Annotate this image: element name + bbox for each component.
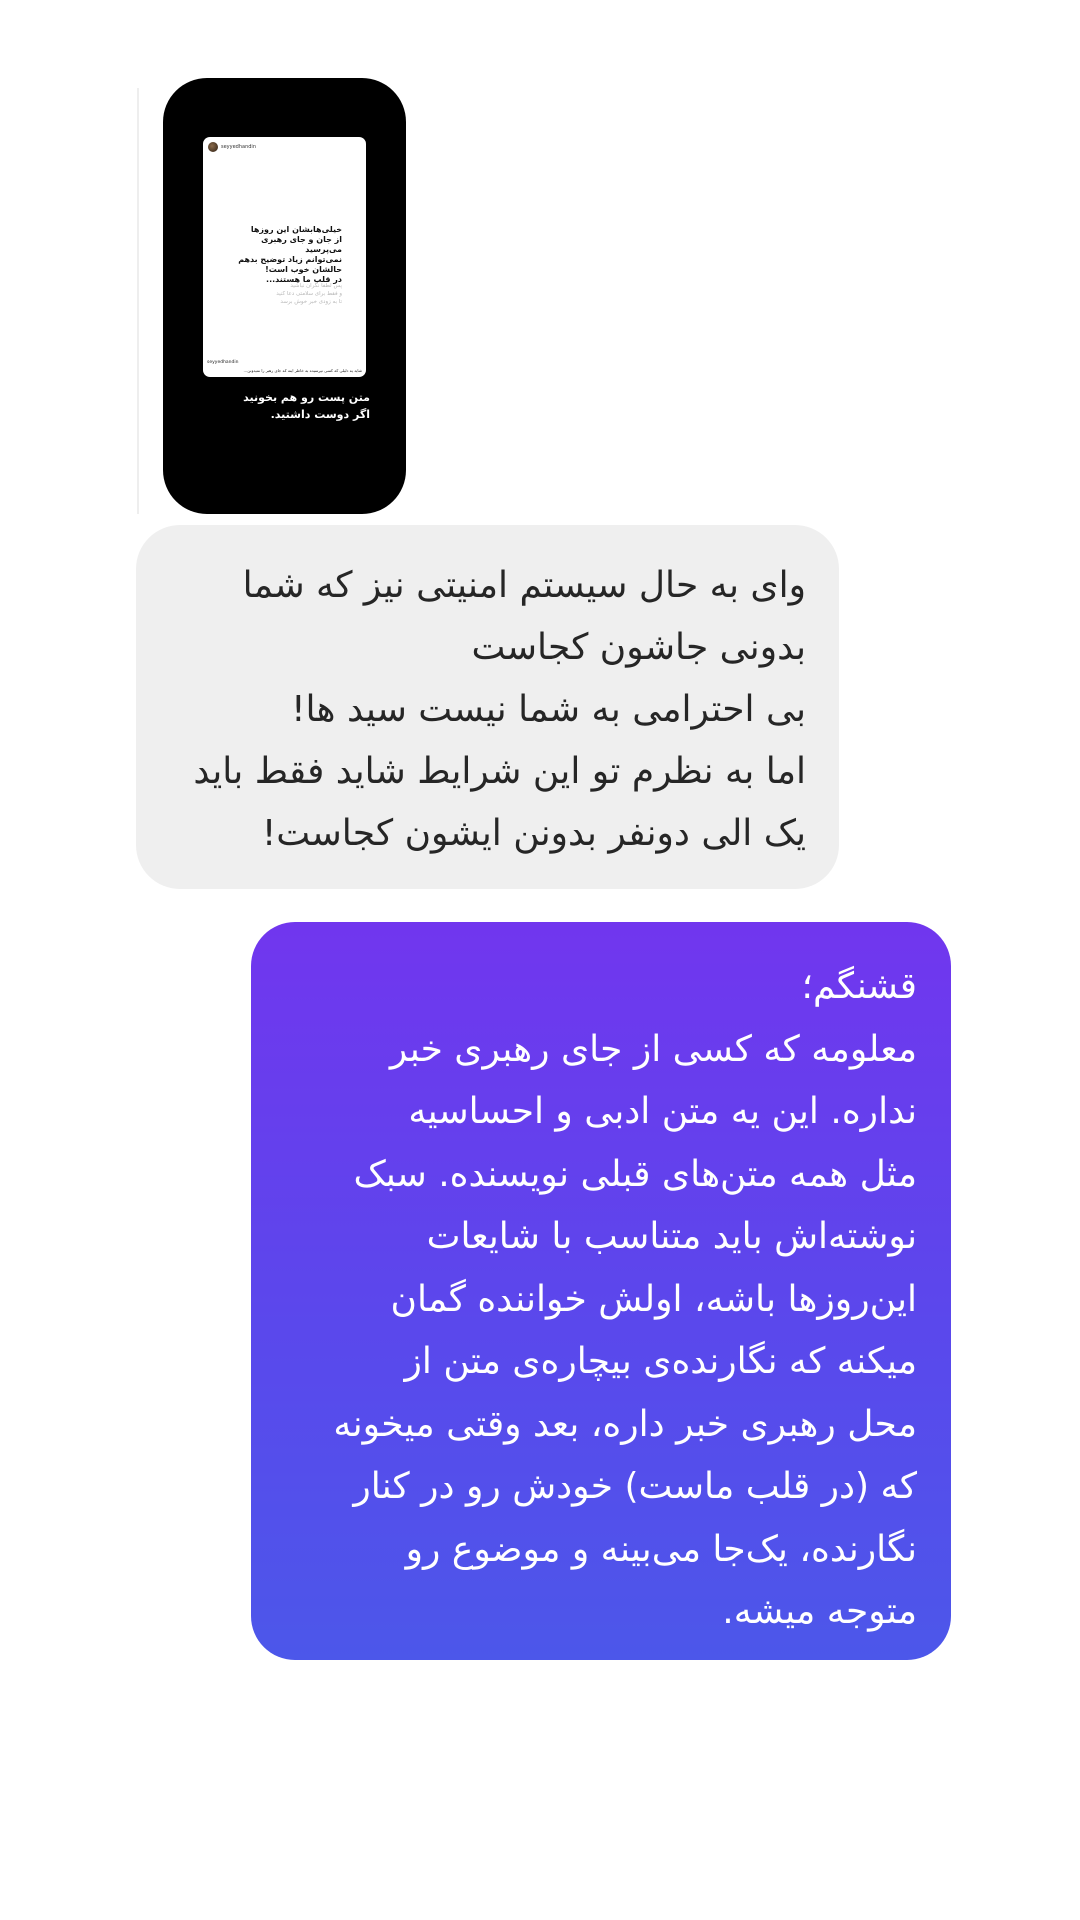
story-caption: متن پست رو هم بخونید اگر دوست داشتید. (243, 391, 370, 421)
post-subtext: پس لطفا نگران نباشید و فقط برای سلامتی د… (276, 283, 342, 305)
message-line: بی احترامی به شما نیست سید ها! (291, 689, 806, 730)
message-line: متوجه میشه. (722, 1591, 917, 1632)
message-line: نوشته‌اش باید متناسب با شایعات (426, 1216, 917, 1257)
post-header: seyyedhandin (208, 142, 256, 152)
post-caption: شاید یه دلیلی که کسی نپرسیده به خاطر این… (243, 368, 363, 373)
message-line: بدونی جاشون کجاست (471, 627, 807, 668)
message-line: محل رهبری خبر داره، بعد وقتی میخونه (333, 1403, 917, 1445)
shared-story-card[interactable]: seyyedhandin خیلی‌هابشان این روزها از جا… (163, 78, 406, 514)
message-line: مثل همه متن‌های قبلی نویسنده. سبک (353, 1153, 917, 1195)
post-username: seyyedhandin (221, 144, 256, 150)
post-headline: خیلی‌هابشان این روزها از جان و جای رهبری… (238, 225, 342, 284)
message-line: این‌روزها باشه، اولش خواننده گمان (390, 1278, 917, 1320)
message-line: قشنگم؛ (801, 966, 917, 1007)
avatar (208, 142, 218, 152)
message-line: نگارنده، یک‌جا می‌بینه و موضوع رو (405, 1528, 917, 1570)
message-line: وای به حال سیستم امنیتی نیز که شما (242, 565, 806, 606)
chat-screen: seyyedhandin خیلی‌هابشان این روزها از جا… (0, 0, 1080, 1920)
sent-message-bubble[interactable]: قشنگم؛ معلومه که کسی از جای رهبری خبر ند… (251, 922, 951, 1660)
message-line: اما به نظرم تو این شرایط شاید فقط باید (193, 751, 806, 792)
message-line: یک الی دونفر بدونن ایشون کجاست! (261, 813, 806, 854)
message-line: معلومه که کسی از جای رهبری خبر (389, 1028, 917, 1070)
message-line: که (در قلب ماست) خودش رو در کنار (353, 1466, 917, 1507)
message-line: نداره. این یه متن ادبی و احساسیه (408, 1091, 917, 1132)
message-line: میکنه که نگارنده‌ی بیچاره‌ی متن از (404, 1341, 917, 1382)
post-footer-username: seyyedhandin (207, 360, 239, 365)
reply-thread-line (137, 88, 139, 514)
received-message-bubble[interactable]: وای به حال سیستم امنیتی نیز که شما بدونی… (136, 525, 839, 889)
shared-post-preview: seyyedhandin خیلی‌هابشان این روزها از جا… (203, 137, 366, 377)
